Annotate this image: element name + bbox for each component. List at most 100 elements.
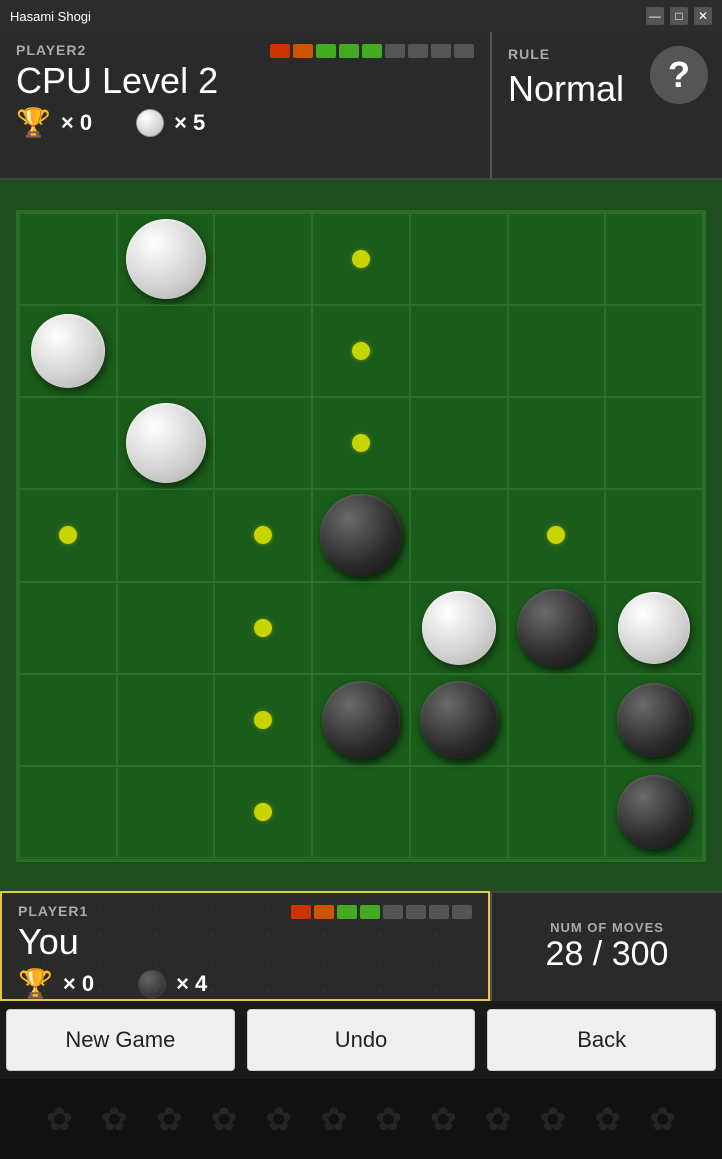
board-cell-4-3[interactable] — [312, 582, 410, 674]
board-cell-2-6[interactable] — [605, 397, 703, 489]
board-cell-3-2[interactable] — [214, 489, 312, 581]
board-cell-0-5[interactable] — [508, 213, 606, 305]
flower-icon-4: ✿ — [211, 1100, 238, 1138]
board-cell-0-0[interactable] — [19, 213, 117, 305]
board-cell-5-4[interactable] — [410, 674, 508, 766]
piece-black-10[interactable] — [617, 775, 691, 849]
progress-seg-5 — [362, 44, 382, 58]
progress-seg-3 — [316, 44, 336, 58]
piece-black-3[interactable] — [320, 494, 402, 576]
progress-seg-2 — [293, 44, 313, 58]
board-cell-6-5[interactable] — [508, 766, 606, 858]
new-game-button[interactable]: New Game — [6, 1009, 235, 1071]
player2-name: CPU Level 2 — [0, 60, 490, 102]
player2-piece-count: × 5 — [174, 110, 205, 136]
board-cell-6-6[interactable] — [605, 766, 703, 858]
piece-black-5[interactable] — [517, 589, 595, 667]
board-cell-5-6[interactable] — [605, 674, 703, 766]
board-cell-1-6[interactable] — [605, 305, 703, 397]
board-cell-5-1[interactable] — [117, 674, 215, 766]
move-indicator-dot[interactable] — [352, 434, 370, 452]
progress-seg-8 — [431, 44, 451, 58]
board-cell-6-1[interactable] — [117, 766, 215, 858]
board-cell-2-5[interactable] — [508, 397, 606, 489]
board-cell-3-6[interactable] — [605, 489, 703, 581]
board-cell-0-2[interactable] — [214, 213, 312, 305]
piece-black-9[interactable] — [617, 683, 691, 757]
piece-white-4[interactable] — [422, 591, 496, 665]
back-button[interactable]: Back — [487, 1009, 716, 1071]
progress-seg-9 — [454, 44, 474, 58]
move-indicator-dot[interactable] — [352, 342, 370, 360]
move-indicator-dot[interactable] — [254, 619, 272, 637]
board-cell-0-3[interactable] — [312, 213, 410, 305]
move-indicator-dot[interactable] — [352, 250, 370, 268]
board-cell-0-1[interactable] — [117, 213, 215, 305]
board-cell-1-3[interactable] — [312, 305, 410, 397]
board-cell-4-0[interactable] — [19, 582, 117, 674]
board-cell-4-5[interactable] — [508, 582, 606, 674]
progress-seg-4 — [339, 44, 359, 58]
board-cell-3-0[interactable] — [19, 489, 117, 581]
board-cell-2-2[interactable] — [214, 397, 312, 489]
moves-panel: NUM OF MOVES 28 / 300 — [490, 891, 722, 1001]
footer: ✿ ✿ ✿ ✿ ✿ ✿ ✿ ✿ ✿ ✿ ✿ ✿ — [0, 1079, 722, 1159]
piece-white-6[interactable] — [618, 592, 690, 664]
board-cell-5-0[interactable] — [19, 674, 117, 766]
p1-progress-seg-6 — [406, 905, 426, 919]
minimize-button[interactable]: — — [646, 7, 664, 25]
window-title: Hasami Shogi — [10, 9, 91, 24]
board-cell-6-0[interactable] — [19, 766, 117, 858]
progress-seg-7 — [408, 44, 428, 58]
board-cell-2-0[interactable] — [19, 397, 117, 489]
undo-button[interactable]: Undo — [247, 1009, 476, 1071]
board-cell-2-3[interactable] — [312, 397, 410, 489]
help-button[interactable]: ? — [650, 46, 708, 104]
player1-trophy-icon: 🏆 — [18, 967, 53, 1000]
maximize-button[interactable]: □ — [670, 7, 688, 25]
board-cell-2-4[interactable] — [410, 397, 508, 489]
piece-black-8[interactable] — [420, 681, 498, 759]
board-cell-4-1[interactable] — [117, 582, 215, 674]
board-cell-0-4[interactable] — [410, 213, 508, 305]
board-cell-1-0[interactable] — [19, 305, 117, 397]
move-indicator-dot[interactable] — [59, 526, 77, 544]
rule-panel: RULE Normal ? — [490, 32, 722, 180]
board-cell-3-5[interactable] — [508, 489, 606, 581]
board-cell-3-3[interactable] — [312, 489, 410, 581]
board-cell-1-5[interactable] — [508, 305, 606, 397]
board-cell-4-2[interactable] — [214, 582, 312, 674]
move-indicator-dot[interactable] — [254, 711, 272, 729]
board-cell-0-6[interactable] — [605, 213, 703, 305]
move-indicator-dot[interactable] — [547, 526, 565, 544]
board-cell-2-1[interactable] — [117, 397, 215, 489]
board-cell-4-4[interactable] — [410, 582, 508, 674]
game-board[interactable] — [16, 210, 706, 862]
rule-value: Normal — [508, 68, 624, 110]
board-cell-1-4[interactable] — [410, 305, 508, 397]
flower-icon-9: ✿ — [485, 1100, 512, 1138]
move-indicator-dot[interactable] — [254, 526, 272, 544]
board-cell-5-3[interactable] — [312, 674, 410, 766]
board-cell-3-4[interactable] — [410, 489, 508, 581]
close-button[interactable]: ✕ — [694, 7, 712, 25]
board-cell-3-1[interactable] — [117, 489, 215, 581]
moves-label: NUM OF MOVES — [550, 920, 664, 935]
player2-piece-icon — [136, 109, 164, 137]
p1-progress-seg-2 — [314, 905, 334, 919]
flower-icon-1: ✿ — [46, 1100, 73, 1138]
piece-white-2[interactable] — [126, 403, 206, 483]
board-cell-6-2[interactable] — [214, 766, 312, 858]
player1-name: You — [2, 921, 488, 963]
board-cell-6-3[interactable] — [312, 766, 410, 858]
board-cell-5-2[interactable] — [214, 674, 312, 766]
board-cell-5-5[interactable] — [508, 674, 606, 766]
board-cell-1-2[interactable] — [214, 305, 312, 397]
piece-white-0[interactable] — [126, 219, 206, 299]
board-cell-1-1[interactable] — [117, 305, 215, 397]
piece-white-1[interactable] — [31, 314, 105, 388]
board-cell-4-6[interactable] — [605, 582, 703, 674]
move-indicator-dot[interactable] — [254, 803, 272, 821]
piece-black-7[interactable] — [322, 681, 400, 759]
board-cell-6-4[interactable] — [410, 766, 508, 858]
